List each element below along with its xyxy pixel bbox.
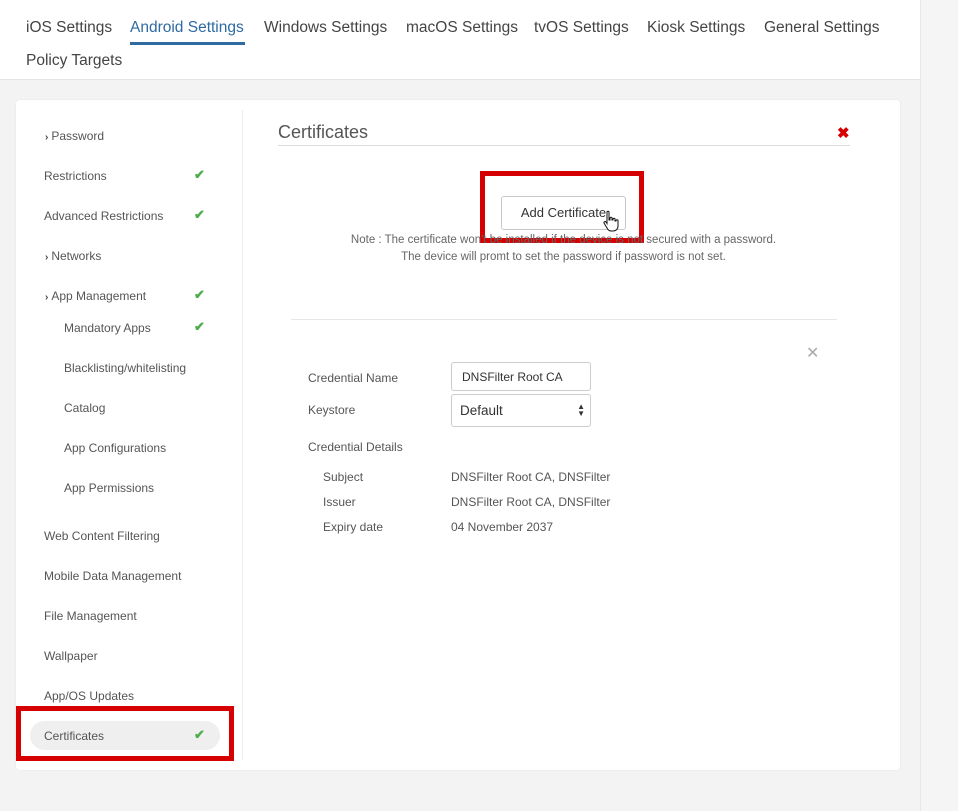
subject-label: Subject xyxy=(323,470,364,484)
title-divider xyxy=(278,145,850,146)
keystore-selected-value: Default xyxy=(460,403,503,418)
sidebar-item-mobile-data-management[interactable]: Mobile Data Management xyxy=(44,569,181,583)
sidebar-item-web-content-filtering[interactable]: Web Content Filtering xyxy=(44,529,160,543)
credential-name-label: Credential Name xyxy=(308,371,399,385)
note-line-2: The device will promt to set the passwor… xyxy=(401,250,726,263)
content-divider xyxy=(291,319,837,320)
tab-ios-settings[interactable]: iOS Settings xyxy=(26,19,112,37)
sidebar-item-wallpaper[interactable]: Wallpaper xyxy=(44,649,98,663)
expiry-date-value: 04 November 2037 xyxy=(451,520,554,534)
sidebar-item-app-os-updates[interactable]: App/OS Updates xyxy=(44,689,134,703)
credential-name-input[interactable] xyxy=(451,362,591,391)
chevron-right-icon: › xyxy=(45,292,49,303)
issuer-label: Issuer xyxy=(323,495,356,509)
sidebar-item-restrictions[interactable]: Restrictions xyxy=(44,169,107,183)
settings-tab-bar: iOS Settings Android Settings Windows Se… xyxy=(0,0,920,80)
sidebar-item-catalog[interactable]: Catalog xyxy=(64,401,105,415)
tab-macos-settings[interactable]: macOS Settings xyxy=(406,19,518,37)
select-arrows-icon: ▲ ▼ xyxy=(577,402,585,418)
tab-kiosk-settings[interactable]: Kiosk Settings xyxy=(647,19,745,37)
issuer-value: DNSFilter Root CA, DNSFilter xyxy=(451,495,611,509)
credential-details-label: Credential Details xyxy=(308,440,403,454)
tab-general-settings[interactable]: General Settings xyxy=(764,19,879,37)
check-icon: ✔ xyxy=(194,207,205,222)
sidebar-item-mandatory-apps[interactable]: Mandatory Apps xyxy=(64,321,151,335)
certificate-note: Note : The certificate won't be installe… xyxy=(290,232,837,265)
tab-windows-settings[interactable]: Windows Settings xyxy=(264,19,387,37)
tab-android-settings[interactable]: Android Settings xyxy=(130,19,244,37)
expiry-date-label: Expiry date xyxy=(323,520,384,534)
sidebar-item-app-management[interactable]: › App Management xyxy=(45,289,146,303)
sidebar-item-app-configurations[interactable]: App Configurations xyxy=(64,441,166,455)
tab-tvos-settings[interactable]: tvOS Settings xyxy=(534,19,629,37)
sidebar-item-networks[interactable]: › Networks xyxy=(45,249,101,263)
remove-certificate-icon[interactable]: ✕ xyxy=(806,343,819,363)
sidebar-item-app-permissions[interactable]: App Permissions xyxy=(64,481,154,495)
check-icon: ✔ xyxy=(194,287,205,302)
remove-section-icon[interactable]: ✖ xyxy=(837,124,850,142)
keystore-label: Keystore xyxy=(308,403,356,417)
keystore-select[interactable]: Default ▲ ▼ xyxy=(451,394,591,427)
chevron-right-icon: › xyxy=(45,252,49,263)
chevron-right-icon: › xyxy=(45,132,49,143)
sidebar-item-password[interactable]: › Password xyxy=(45,129,104,143)
subject-value: DNSFilter Root CA, DNSFilter xyxy=(451,470,611,484)
sidebar-divider xyxy=(242,110,243,760)
highlight-box-certificates xyxy=(16,706,234,761)
check-icon: ✔ xyxy=(194,319,205,334)
tab-policy-targets[interactable]: Policy Targets xyxy=(26,52,122,70)
sidebar-item-blacklisting-whitelisting[interactable]: Blacklisting/whitelisting xyxy=(64,361,186,375)
active-tab-indicator xyxy=(130,42,245,45)
section-title: Certificates xyxy=(278,122,369,142)
right-scroll-area xyxy=(920,0,958,811)
sidebar-item-file-management[interactable]: File Management xyxy=(44,609,137,623)
check-icon: ✔ xyxy=(194,167,205,182)
note-line-1: Note : The certificate won't be installe… xyxy=(350,234,777,246)
sidebar-item-advanced-restrictions[interactable]: Advanced Restrictions xyxy=(44,209,163,223)
settings-card xyxy=(16,100,900,770)
